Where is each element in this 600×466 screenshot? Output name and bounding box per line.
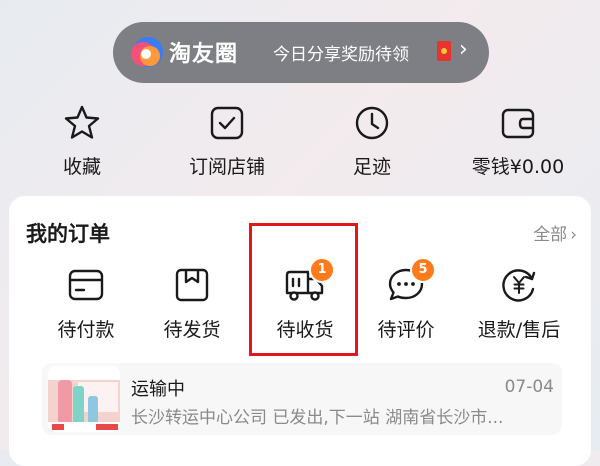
all-orders-link[interactable]: 全部 › — [533, 220, 577, 245]
product-thumbnail — [48, 366, 120, 432]
highlight-box — [249, 223, 358, 356]
star-icon — [64, 105, 100, 139]
shipment-status: 运输中 — [131, 379, 185, 400]
all-orders-label: 全部 — [533, 225, 568, 245]
pending-payment-button[interactable]: 待付款 — [31, 266, 141, 342]
taoyouquan-banner[interactable]: 淘友圈 今日分享奖励待领 › — [113, 22, 489, 83]
brand-name: 淘友圈 — [169, 42, 239, 67]
quick-links: 收藏 订阅店铺 足迹 零钱¥0.00 — [0, 104, 600, 184]
box-icon — [175, 268, 209, 302]
wallet-icon — [501, 108, 535, 139]
my-orders-card: 我的订单 全部 › 待付款 待发货 待收货 1 待评价 5 退款/售后 运输中 … — [9, 196, 591, 466]
pending-review-label: 待评价 — [377, 319, 435, 341]
pending-payment-label: 待付款 — [57, 319, 115, 341]
favorites-button[interactable]: 收藏 — [12, 104, 152, 179]
card-icon — [68, 269, 104, 301]
chevron-right-icon: › — [459, 37, 468, 62]
favorites-label: 收藏 — [62, 156, 101, 178]
pending-review-button[interactable]: 待评价 — [351, 266, 461, 342]
wallet-button[interactable]: 零钱¥0.00 — [448, 104, 588, 179]
chevron-right-icon: › — [570, 225, 577, 245]
checkbox-icon — [210, 106, 244, 140]
refund-icon — [502, 269, 536, 302]
refund-aftersales-button[interactable]: 退款/售后 — [464, 266, 574, 342]
shipment-date: 07-04 — [504, 377, 554, 397]
wallet-label: 零钱¥0.00 — [471, 156, 565, 178]
footprints-button[interactable]: 足迹 — [302, 104, 442, 179]
clock-icon — [355, 106, 389, 140]
shipment-detail: 长沙转运中心公司 已发出,下一站 湖南省长沙市... — [131, 408, 504, 428]
footprints-label: 足迹 — [352, 156, 391, 178]
pending-review-badge: 5 — [410, 257, 436, 283]
red-packet-icon — [437, 41, 451, 61]
subscribed-shops-label: 订阅店铺 — [188, 156, 265, 178]
shipment-row[interactable]: 运输中 07-04 长沙转运中心公司 已发出,下一站 湖南省长沙市... — [42, 363, 562, 435]
taoyouquan-logo-icon — [131, 37, 163, 67]
refund-aftersales-label: 退款/售后 — [477, 319, 561, 341]
promo-text: 今日分享奖励待领 — [273, 45, 409, 65]
pending-shipment-button[interactable]: 待发货 — [137, 266, 247, 342]
my-orders-title: 我的订单 — [26, 222, 110, 246]
subscribed-shops-button[interactable]: 订阅店铺 — [157, 104, 297, 179]
pending-shipment-label: 待发货 — [163, 319, 221, 341]
